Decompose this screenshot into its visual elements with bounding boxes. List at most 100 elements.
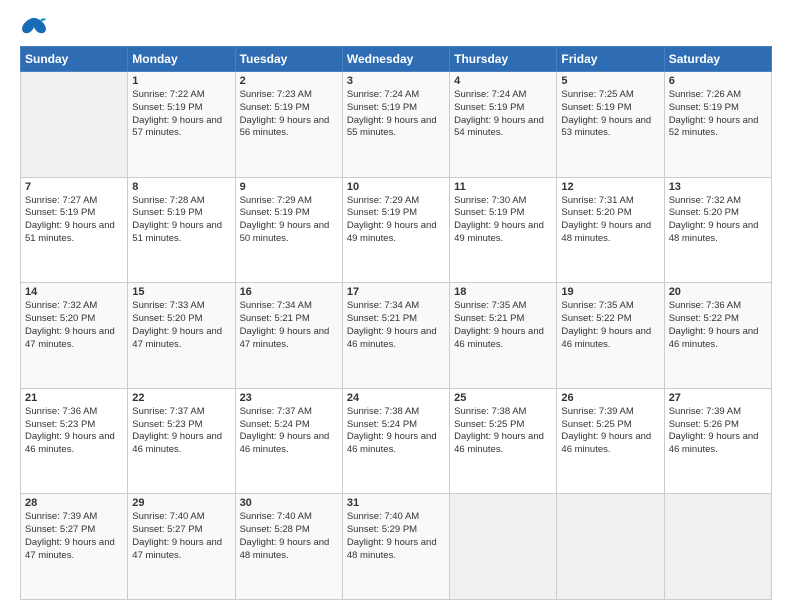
- cell-info: Sunrise: 7:36 AMSunset: 5:22 PMDaylight:…: [669, 300, 767, 351]
- calendar-cell: [664, 494, 771, 600]
- calendar-cell: [450, 494, 557, 600]
- day-number: 13: [669, 181, 767, 193]
- day-number: 26: [561, 392, 659, 404]
- calendar-cell: 26 Sunrise: 7:39 AMSunset: 5:25 PMDayligh…: [557, 388, 664, 494]
- header: [20, 16, 772, 38]
- calendar-cell: 14 Sunrise: 7:32 AMSunset: 5:20 PMDayligh…: [21, 283, 128, 389]
- cell-info: Sunrise: 7:32 AMSunset: 5:20 PMDaylight:…: [25, 300, 123, 351]
- cell-info: Sunrise: 7:37 AMSunset: 5:23 PMDaylight:…: [132, 406, 230, 457]
- calendar-cell: 25 Sunrise: 7:38 AMSunset: 5:25 PMDayligh…: [450, 388, 557, 494]
- calendar-cell: 13 Sunrise: 7:32 AMSunset: 5:20 PMDayligh…: [664, 177, 771, 283]
- cell-info: Sunrise: 7:29 AMSunset: 5:19 PMDaylight:…: [347, 195, 445, 246]
- week-row-2: 14 Sunrise: 7:32 AMSunset: 5:20 PMDayligh…: [21, 283, 772, 389]
- cell-info: Sunrise: 7:35 AMSunset: 5:21 PMDaylight:…: [454, 300, 552, 351]
- cell-info: Sunrise: 7:24 AMSunset: 5:19 PMDaylight:…: [454, 89, 552, 140]
- col-header-saturday: Saturday: [664, 47, 771, 72]
- col-header-sunday: Sunday: [21, 47, 128, 72]
- logo: [20, 16, 52, 38]
- calendar-cell: 3Sunrise: 7:24 AMSunset: 5:19 PMDaylight…: [342, 72, 449, 178]
- cell-info: Sunrise: 7:34 AMSunset: 5:21 PMDaylight:…: [240, 300, 338, 351]
- calendar-cell: 18 Sunrise: 7:35 AMSunset: 5:21 PMDayligh…: [450, 283, 557, 389]
- cell-info: Sunrise: 7:26 AMSunset: 5:19 PMDaylight:…: [669, 89, 767, 140]
- day-number: 8: [132, 181, 230, 193]
- day-number: 25: [454, 392, 552, 404]
- calendar-cell: 17 Sunrise: 7:34 AMSunset: 5:21 PMDayligh…: [342, 283, 449, 389]
- calendar-cell: 9Sunrise: 7:29 AMSunset: 5:19 PMDaylight…: [235, 177, 342, 283]
- cell-info: Sunrise: 7:40 AMSunset: 5:28 PMDaylight:…: [240, 511, 338, 562]
- calendar-cell: 5Sunrise: 7:25 AMSunset: 5:19 PMDaylight…: [557, 72, 664, 178]
- calendar-cell: 10Sunrise: 7:29 AMSunset: 5:19 PMDayligh…: [342, 177, 449, 283]
- cell-info: Sunrise: 7:40 AMSunset: 5:27 PMDaylight:…: [132, 511, 230, 562]
- col-header-tuesday: Tuesday: [235, 47, 342, 72]
- cell-info: Sunrise: 7:37 AMSunset: 5:24 PMDaylight:…: [240, 406, 338, 457]
- calendar-cell: 19 Sunrise: 7:35 AMSunset: 5:22 PMDayligh…: [557, 283, 664, 389]
- day-number: 7: [25, 181, 123, 193]
- calendar-cell: 11 Sunrise: 7:30 AMSunset: 5:19 PMDayligh…: [450, 177, 557, 283]
- page: SundayMondayTuesdayWednesdayThursdayFrid…: [0, 0, 792, 612]
- day-number: 18: [454, 286, 552, 298]
- cell-info: Sunrise: 7:23 AMSunset: 5:19 PMDaylight:…: [240, 89, 338, 140]
- day-number: 6: [669, 75, 767, 87]
- cell-info: Sunrise: 7:33 AMSunset: 5:20 PMDaylight:…: [132, 300, 230, 351]
- calendar-cell: 2 Sunrise: 7:23 AMSunset: 5:19 PMDaylight…: [235, 72, 342, 178]
- day-number: 21: [25, 392, 123, 404]
- calendar-cell: 28Sunrise: 7:39 AMSunset: 5:27 PMDayligh…: [21, 494, 128, 600]
- cell-info: Sunrise: 7:38 AMSunset: 5:25 PMDaylight:…: [454, 406, 552, 457]
- cell-info: Sunrise: 7:32 AMSunset: 5:20 PMDaylight:…: [669, 195, 767, 246]
- day-number: 31: [347, 497, 445, 509]
- day-number: 2: [240, 75, 338, 87]
- day-number: 24: [347, 392, 445, 404]
- col-header-thursday: Thursday: [450, 47, 557, 72]
- calendar-cell: 8 Sunrise: 7:28 AMSunset: 5:19 PMDaylight…: [128, 177, 235, 283]
- day-number: 20: [669, 286, 767, 298]
- day-number: 4: [454, 75, 552, 87]
- day-number: 22: [132, 392, 230, 404]
- calendar-cell: 6 Sunrise: 7:26 AMSunset: 5:19 PMDaylight…: [664, 72, 771, 178]
- col-header-friday: Friday: [557, 47, 664, 72]
- day-number: 16: [240, 286, 338, 298]
- week-row-1: 7 Sunrise: 7:27 AMSunset: 5:19 PMDaylight…: [21, 177, 772, 283]
- week-row-3: 21 Sunrise: 7:36 AMSunset: 5:23 PMDayligh…: [21, 388, 772, 494]
- calendar-cell: 29Sunrise: 7:40 AMSunset: 5:27 PMDayligh…: [128, 494, 235, 600]
- calendar-cell: 22 Sunrise: 7:37 AMSunset: 5:23 PMDayligh…: [128, 388, 235, 494]
- calendar-cell: 1Sunrise: 7:22 AMSunset: 5:19 PMDaylight…: [128, 72, 235, 178]
- cell-info: Sunrise: 7:27 AMSunset: 5:19 PMDaylight:…: [25, 195, 123, 246]
- cell-info: Sunrise: 7:35 AMSunset: 5:22 PMDaylight:…: [561, 300, 659, 351]
- calendar-cell: [21, 72, 128, 178]
- cell-info: Sunrise: 7:39 AMSunset: 5:26 PMDaylight:…: [669, 406, 767, 457]
- calendar-cell: 15 Sunrise: 7:33 AMSunset: 5:20 PMDayligh…: [128, 283, 235, 389]
- calendar-cell: 21 Sunrise: 7:36 AMSunset: 5:23 PMDayligh…: [21, 388, 128, 494]
- day-number: 5: [561, 75, 659, 87]
- cell-info: Sunrise: 7:34 AMSunset: 5:21 PMDaylight:…: [347, 300, 445, 351]
- cell-info: Sunrise: 7:31 AMSunset: 5:20 PMDaylight:…: [561, 195, 659, 246]
- cell-info: Sunrise: 7:39 AMSunset: 5:25 PMDaylight:…: [561, 406, 659, 457]
- calendar-cell: 30 Sunrise: 7:40 AMSunset: 5:28 PMDayligh…: [235, 494, 342, 600]
- cell-info: Sunrise: 7:30 AMSunset: 5:19 PMDaylight:…: [454, 195, 552, 246]
- calendar-cell: 24 Sunrise: 7:38 AMSunset: 5:24 PMDayligh…: [342, 388, 449, 494]
- week-row-4: 28Sunrise: 7:39 AMSunset: 5:27 PMDayligh…: [21, 494, 772, 600]
- header-row: SundayMondayTuesdayWednesdayThursdayFrid…: [21, 47, 772, 72]
- calendar-cell: 7 Sunrise: 7:27 AMSunset: 5:19 PMDaylight…: [21, 177, 128, 283]
- cell-info: Sunrise: 7:38 AMSunset: 5:24 PMDaylight:…: [347, 406, 445, 457]
- day-number: 17: [347, 286, 445, 298]
- calendar-cell: 20 Sunrise: 7:36 AMSunset: 5:22 PMDayligh…: [664, 283, 771, 389]
- calendar-cell: 31 Sunrise: 7:40 AMSunset: 5:29 PMDayligh…: [342, 494, 449, 600]
- day-number: 12: [561, 181, 659, 193]
- calendar-cell: 12 Sunrise: 7:31 AMSunset: 5:20 PMDayligh…: [557, 177, 664, 283]
- cell-info: Sunrise: 7:28 AMSunset: 5:19 PMDaylight:…: [132, 195, 230, 246]
- week-row-0: 1Sunrise: 7:22 AMSunset: 5:19 PMDaylight…: [21, 72, 772, 178]
- calendar-cell: 23Sunrise: 7:37 AMSunset: 5:24 PMDayligh…: [235, 388, 342, 494]
- cell-info: Sunrise: 7:22 AMSunset: 5:19 PMDaylight:…: [132, 89, 230, 140]
- day-number: 15: [132, 286, 230, 298]
- cell-info: Sunrise: 7:39 AMSunset: 5:27 PMDaylight:…: [25, 511, 123, 562]
- day-number: 30: [240, 497, 338, 509]
- day-number: 14: [25, 286, 123, 298]
- day-number: 3: [347, 75, 445, 87]
- day-number: 9: [240, 181, 338, 193]
- cell-info: Sunrise: 7:40 AMSunset: 5:29 PMDaylight:…: [347, 511, 445, 562]
- day-number: 11: [454, 181, 552, 193]
- col-header-monday: Monday: [128, 47, 235, 72]
- calendar-cell: [557, 494, 664, 600]
- day-number: 19: [561, 286, 659, 298]
- cell-info: Sunrise: 7:36 AMSunset: 5:23 PMDaylight:…: [25, 406, 123, 457]
